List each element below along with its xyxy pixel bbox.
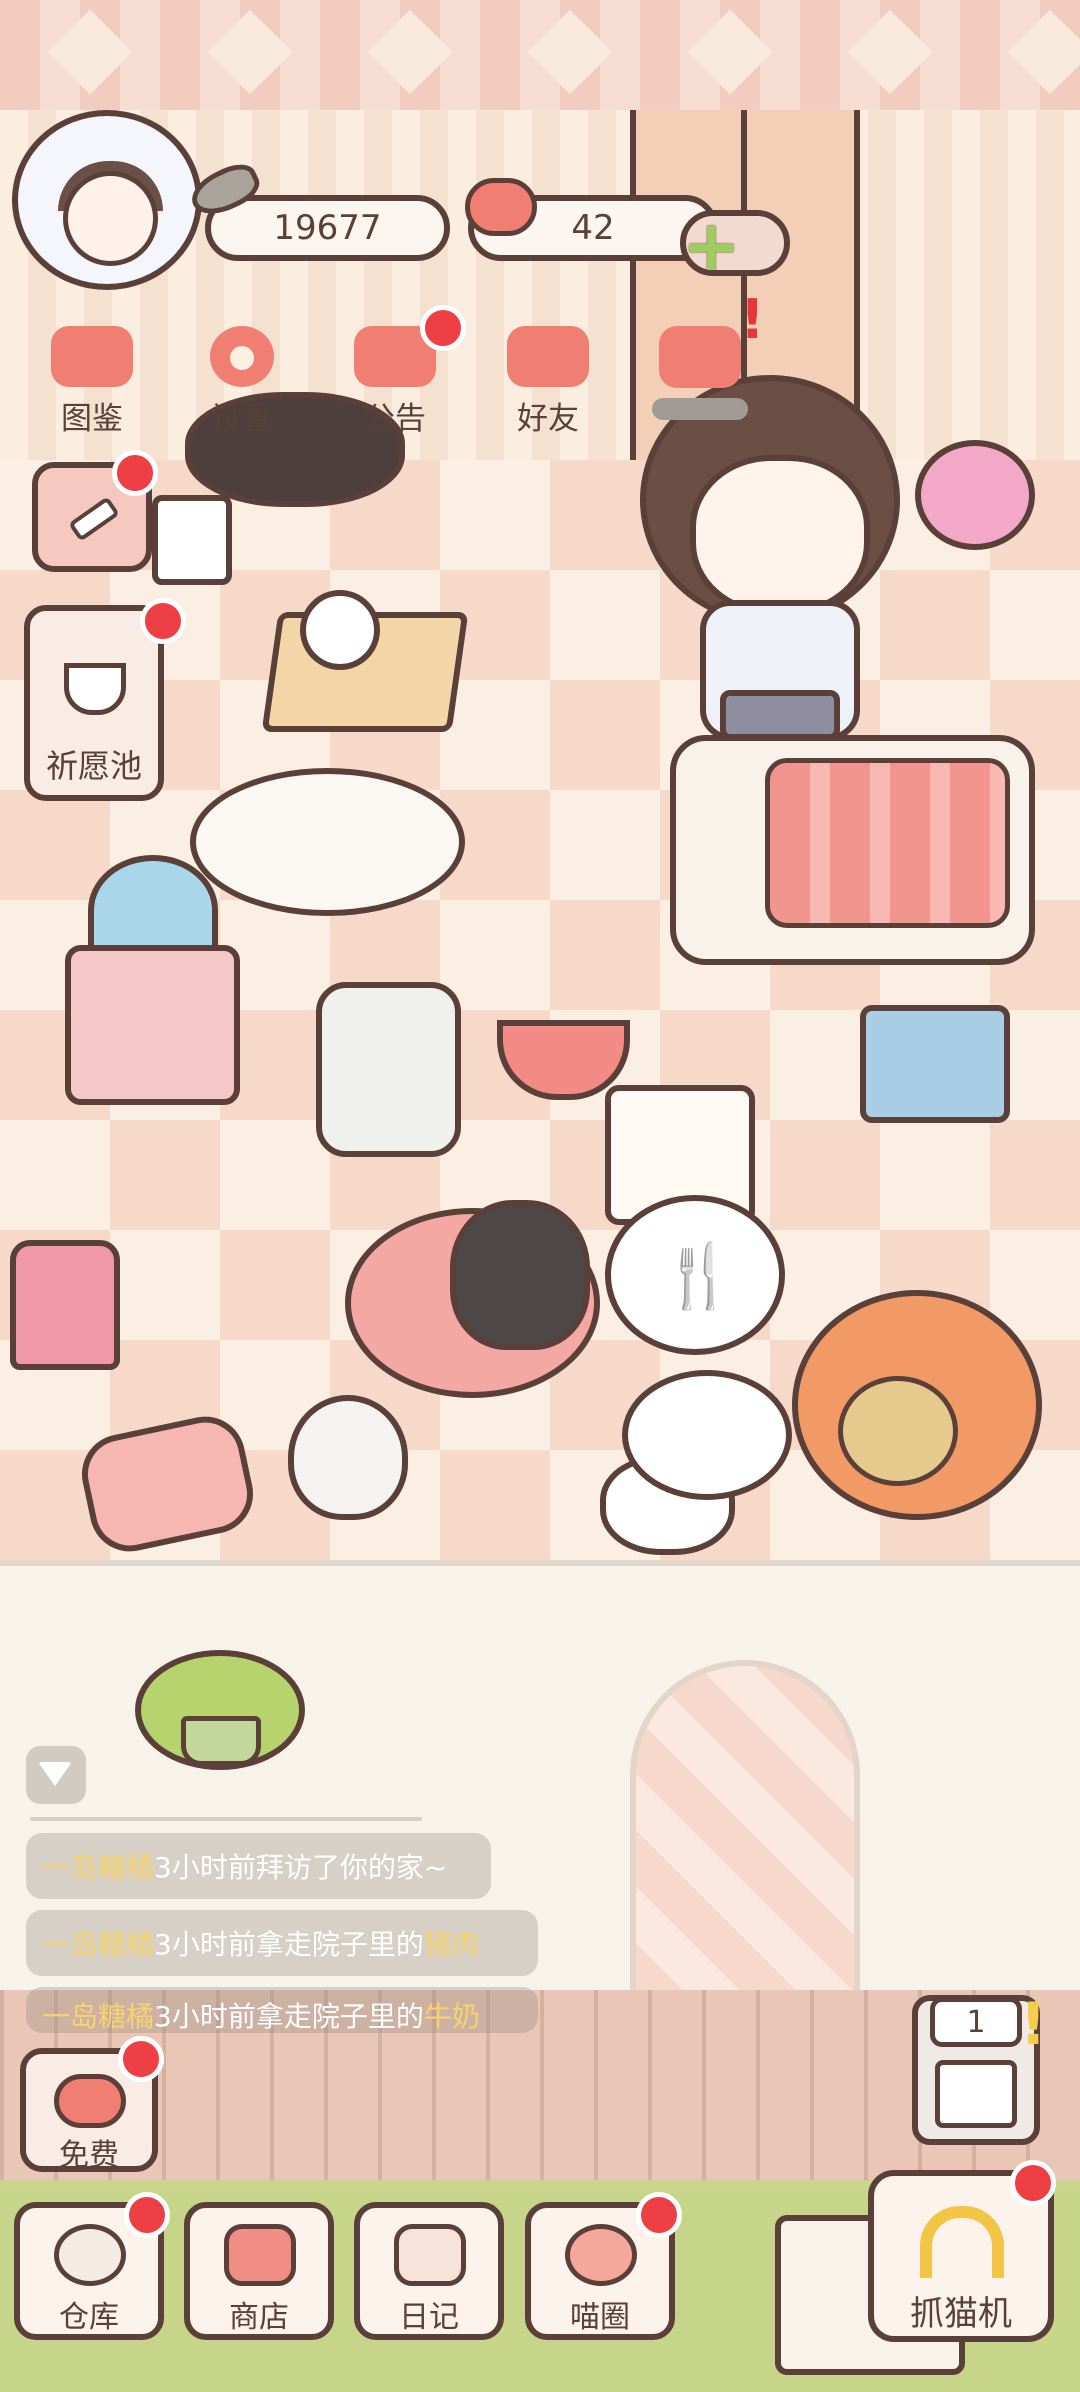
warehouse-label: 仓库: [59, 2300, 119, 2335]
player-avatar[interactable]: [12, 110, 202, 290]
feed-user-name: 一岛糖橘: [42, 1851, 155, 1884]
yard-flower-pot[interactable]: [135, 1650, 305, 1770]
feed-item[interactable]: 一岛糖橘 3小时前拿走院子里的 牛奶: [26, 1987, 538, 2033]
pot-base: [181, 1716, 261, 1766]
feed-user-name: 一岛糖橘: [42, 1928, 155, 1961]
friends-label: 好友: [517, 401, 579, 437]
diary-button[interactable]: 日记: [354, 2202, 504, 2340]
diary-label: 日记: [399, 2300, 459, 2335]
capsule-count-value: 1: [966, 2004, 986, 2040]
player-character-skirt: [720, 690, 840, 740]
catalog-button[interactable]: 图鉴: [32, 318, 152, 438]
storage-box-icon: [54, 2224, 126, 2286]
shop-button[interactable]: 商店: [184, 2202, 334, 2340]
settings-label: 设置: [211, 401, 273, 437]
add-hearts-button[interactable]: +: [680, 205, 790, 287]
vanity-table[interactable]: [65, 945, 240, 1105]
chevron-down-icon: [38, 1762, 72, 1786]
notice-badge: [420, 305, 466, 351]
feed-text: 3小时前拿走院子里的: [154, 1928, 424, 1961]
feed-text: 3小时前拿走院子里的: [154, 2000, 424, 2033]
fountain-icon: [64, 663, 126, 715]
cat-head-icon: [51, 326, 133, 387]
feed-item[interactable]: 一岛糖橘 3小时前拿走院子里的 猪肉: [26, 1910, 538, 1976]
candle-decoration[interactable]: [152, 495, 232, 585]
black-cat-pet[interactable]: [450, 1200, 590, 1350]
capsule-window: [935, 2060, 1017, 2128]
free-label: 免费: [59, 2138, 119, 2173]
claw-machine-badge: [1010, 2160, 1056, 2206]
claw-icon: [920, 2206, 1004, 2278]
fish-currency-value: 19677: [273, 208, 382, 248]
feed-item-name: 猪肉: [423, 1928, 480, 1961]
teddy-bear-toy[interactable]: [300, 590, 380, 670]
claw-machine-label: 抓猫机: [910, 2294, 1012, 2334]
feed-user-name: 一岛糖橘: [42, 2000, 155, 2033]
hydrangea-plant[interactable]: [915, 440, 1035, 550]
exclamation-icon: !: [1020, 1990, 1047, 2058]
feed-divider: [30, 1817, 422, 1821]
wall-border: [0, 0, 1080, 110]
diary-icon: [394, 2224, 466, 2286]
heart-likes-icon: [659, 326, 741, 388]
friends-button[interactable]: 好友: [488, 318, 608, 438]
friends-icon: [507, 326, 589, 387]
pink-flower-pot[interactable]: [10, 1240, 120, 1370]
orange-cat-bed[interactable]: [792, 1290, 1042, 1520]
cat-circle-badge: [636, 2192, 682, 2238]
calendar-icon: [68, 496, 120, 542]
heart-icon: [465, 178, 537, 236]
bed-blanket: [765, 758, 1010, 928]
capsule-count: 1: [930, 1997, 1022, 2047]
likes-progress-bar: [652, 398, 748, 420]
gear-icon: [210, 326, 274, 387]
free-badge: [118, 2036, 164, 2082]
calico-cat-pet[interactable]: [622, 1370, 792, 1500]
book-stack[interactable]: [860, 1005, 1010, 1123]
notice-label: 公告: [364, 401, 426, 437]
fork-knife-icon: 🍴: [660, 1239, 738, 1312]
fish-currency-counter: 19677: [205, 195, 450, 261]
plus-icon: +: [682, 205, 741, 287]
feed-item-name: 牛奶: [423, 2000, 480, 2033]
catalog-label: 图鉴: [61, 401, 123, 437]
feed-text: 3小时前拜访了你的家~: [154, 1851, 448, 1884]
feed-collapse-button[interactable]: [26, 1746, 86, 1804]
exclamation-icon: !: [740, 288, 765, 351]
shop-icon: [224, 2224, 296, 2286]
avatar-face: [63, 171, 158, 266]
wishing-well-badge: [140, 598, 186, 644]
hungry-speech-bubble[interactable]: 🍴: [605, 1195, 785, 1355]
archway-door[interactable]: [630, 1660, 860, 2000]
wishing-well-label: 祈愿池: [45, 747, 142, 785]
feed-item[interactable]: 一岛糖橘 3小时前拜访了你的家~: [26, 1833, 491, 1899]
heart-icon: [54, 2074, 126, 2128]
trash-can[interactable]: [316, 982, 461, 1157]
cat-planet-icon: [565, 2224, 637, 2286]
warehouse-badge: [124, 2192, 170, 2238]
orange-bed-opening: [838, 1376, 958, 1486]
wishing-well-button[interactable]: 祈愿池: [24, 605, 164, 801]
player-character-face[interactable]: [690, 455, 870, 615]
owl-toy[interactable]: [288, 1395, 408, 1520]
cat-circle-label: 喵圈: [570, 2300, 630, 2335]
shop-label: 商店: [229, 2300, 289, 2335]
heart-rug[interactable]: [190, 768, 465, 916]
calendar-badge: [112, 450, 158, 496]
settings-button[interactable]: 设置: [182, 318, 302, 438]
heart-currency-value: 42: [571, 208, 615, 248]
